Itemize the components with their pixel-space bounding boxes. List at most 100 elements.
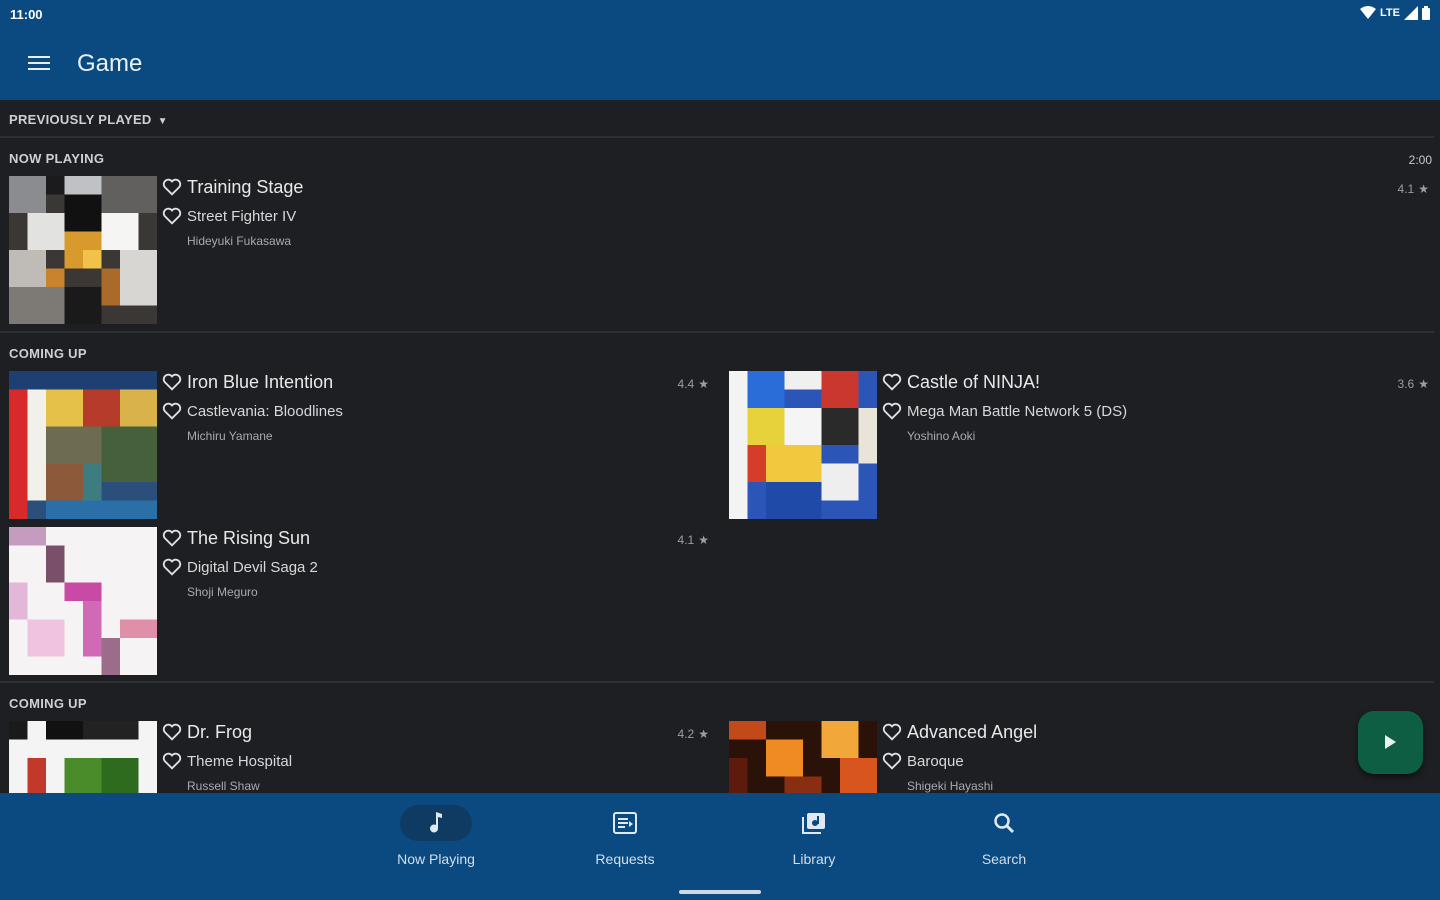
rating: 4.1 ★ [1397, 182, 1429, 196]
hamburger-menu-icon[interactable] [28, 52, 54, 74]
star-icon: ★ [698, 377, 709, 391]
song-title: Training Stage [187, 176, 304, 197]
queue-song[interactable]: Iron Blue Intention Castlevania: Bloodli… [9, 371, 709, 521]
chevron-down-icon: ▼ [157, 116, 168, 127]
game-title-row: Mega Man Battle Network 5 (DS) [881, 400, 1127, 422]
album-art [9, 721, 157, 793]
heart-icon[interactable] [161, 556, 183, 578]
artist: Hideyuki Fukasawa [187, 234, 292, 248]
song-title-row: Castle of NINJA! [881, 371, 1040, 393]
now-playing-song[interactable]: Training Stage Street Fighter IV Hideyuk… [9, 176, 1429, 326]
heart-icon[interactable] [881, 400, 903, 422]
artist: Michiru Yamane [187, 429, 273, 443]
status-bar: 11:00 LTE [0, 0, 1440, 28]
nav-search[interactable]: Search [944, 805, 1064, 867]
album-art [9, 371, 157, 519]
page-title: Game [77, 50, 143, 77]
game-title: Digital Devil Saga 2 [187, 558, 318, 576]
music-note-icon [430, 812, 442, 833]
star-icon: ★ [698, 727, 709, 741]
heart-icon[interactable] [161, 176, 183, 198]
signal-icon [1404, 6, 1418, 20]
artist: Shoji Meguro [187, 585, 258, 599]
game-title-row: Theme Hospital [161, 750, 292, 772]
now-playing-duration: 2:00 [1408, 153, 1432, 167]
now-playing-header: NOW PLAYING [9, 151, 105, 166]
heart-icon[interactable] [161, 371, 183, 393]
nav-library[interactable]: Library [754, 805, 874, 867]
game-title: Street Fighter IV [187, 207, 297, 225]
game-title-row: Street Fighter IV [161, 205, 296, 227]
nav-label: Search [981, 851, 1027, 867]
heart-icon[interactable] [161, 400, 183, 422]
album-art [9, 176, 157, 324]
song-title-row: Advanced Angel [881, 721, 1037, 743]
song-title-row: Iron Blue Intention [161, 371, 333, 393]
heart-icon[interactable] [881, 750, 903, 772]
queue-song[interactable]: Castle of NINJA! Mega Man Battle Network… [729, 371, 1429, 521]
star-icon: ★ [698, 533, 709, 547]
song-title: Iron Blue Intention [187, 371, 334, 392]
coming-up-header: COMING UP [9, 346, 87, 361]
wifi-icon [1360, 6, 1377, 19]
star-icon: ★ [1418, 182, 1429, 196]
divider [0, 136, 1434, 138]
status-time: 11:00 [10, 7, 43, 22]
search-icon [994, 813, 1015, 834]
song-title-row: Dr. Frog [161, 721, 252, 743]
heart-icon[interactable] [161, 527, 183, 549]
artist: Shigeki Hayashi [907, 779, 994, 793]
app-bar: Game [0, 28, 1440, 100]
game-title: Mega Man Battle Network 5 (DS) [907, 402, 1128, 420]
nav-now-playing[interactable]: Now Playing [376, 805, 496, 867]
heart-icon[interactable] [881, 371, 903, 393]
game-title: Baroque [907, 752, 964, 770]
game-title: Theme Hospital [187, 752, 293, 770]
gesture-home-bar[interactable] [679, 890, 761, 894]
status-icons: LTE [1360, 6, 1430, 20]
nav-label: Now Playing [397, 851, 475, 867]
song-title: Castle of NINJA! [907, 371, 1041, 392]
play-icon [1385, 735, 1396, 749]
song-title: Dr. Frog [187, 721, 253, 742]
queue-list-icon [613, 812, 637, 834]
nav-indicator [778, 805, 850, 841]
nav-indicator [400, 805, 472, 841]
artist: Russell Shaw [187, 779, 260, 793]
rating: 4.4 ★ [677, 377, 709, 391]
album-art [729, 371, 877, 519]
game-title-row: Castlevania: Bloodlines [161, 400, 343, 422]
rating: 4.1 ★ [677, 533, 709, 547]
main-content: PREVIOUSLY PLAYED ▼ NOW PLAYING 2:00 Trai… [0, 100, 1440, 793]
divider [0, 681, 1434, 683]
artist: Yoshino Aoki [907, 429, 976, 443]
album-art [9, 527, 157, 675]
queue-song[interactable]: The Rising Sun Digital Devil Saga 2 Shoj… [9, 527, 709, 677]
divider [0, 331, 1434, 333]
nav-indicator [589, 805, 661, 841]
queue-song[interactable]: Advanced Angel Baroque Shigeki Hayashi [729, 721, 1429, 793]
queue-song[interactable]: Dr. Frog Theme Hospital Russell Shaw 4.2… [9, 721, 709, 793]
nav-indicator [968, 805, 1040, 841]
heart-icon[interactable] [161, 205, 183, 227]
play-fab-button[interactable] [1358, 711, 1423, 774]
previously-played-label: PREVIOUSLY PLAYED [9, 112, 152, 127]
battery-icon [1422, 6, 1430, 20]
star-icon: ★ [1418, 377, 1429, 391]
song-title: The Rising Sun [187, 527, 311, 548]
game-title-row: Baroque [881, 750, 964, 772]
song-title: Advanced Angel [907, 721, 1038, 742]
heart-icon[interactable] [161, 721, 183, 743]
game-title-row: Digital Devil Saga 2 [161, 556, 318, 578]
previously-played-toggle[interactable]: PREVIOUSLY PLAYED ▼ [9, 112, 168, 127]
nav-label: Library [792, 851, 836, 867]
network-type: LTE [1380, 7, 1400, 19]
library-icon [802, 813, 825, 834]
rating: 3.6 ★ [1397, 377, 1429, 391]
heart-icon[interactable] [161, 750, 183, 772]
coming-up-header: COMING UP [9, 696, 87, 711]
rating: 4.2 ★ [677, 727, 709, 741]
nav-requests[interactable]: Requests [565, 805, 685, 867]
song-title-row: The Rising Sun [161, 527, 310, 549]
heart-icon[interactable] [881, 721, 903, 743]
